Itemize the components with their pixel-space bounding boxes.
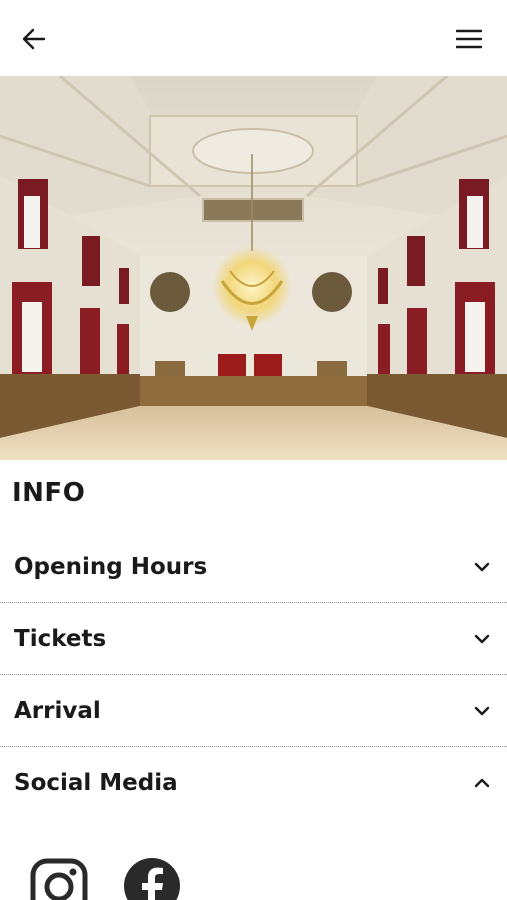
accordion-label: Arrival	[14, 697, 101, 724]
top-bar	[0, 0, 507, 76]
facebook-icon[interactable]	[124, 858, 180, 900]
chevron-down-icon	[474, 706, 490, 715]
accordion-label: Social Media	[14, 770, 178, 796]
hero-image	[0, 76, 507, 460]
back-button[interactable]	[12, 17, 56, 61]
accordion-tickets[interactable]: Tickets	[0, 603, 507, 675]
social-links	[30, 858, 230, 900]
accordion-social-media[interactable]: Social Media	[0, 747, 507, 819]
chevron-down-icon	[474, 562, 490, 571]
info-accordion: Opening Hours Tickets Arrival Social Med…	[0, 531, 507, 819]
accordion-label: Tickets	[14, 625, 107, 652]
accordion-opening-hours[interactable]: Opening Hours	[0, 531, 507, 603]
accordion-label: Opening Hours	[14, 553, 208, 580]
menu-button[interactable]	[447, 17, 491, 61]
arrow-left-icon	[22, 28, 46, 50]
hamburger-menu-icon	[456, 29, 482, 49]
accordion-arrival[interactable]: Arrival	[0, 675, 507, 747]
chevron-down-icon	[474, 634, 490, 643]
chevron-up-icon	[474, 778, 490, 788]
section-title: INFO	[12, 478, 86, 508]
instagram-icon[interactable]	[30, 858, 88, 900]
